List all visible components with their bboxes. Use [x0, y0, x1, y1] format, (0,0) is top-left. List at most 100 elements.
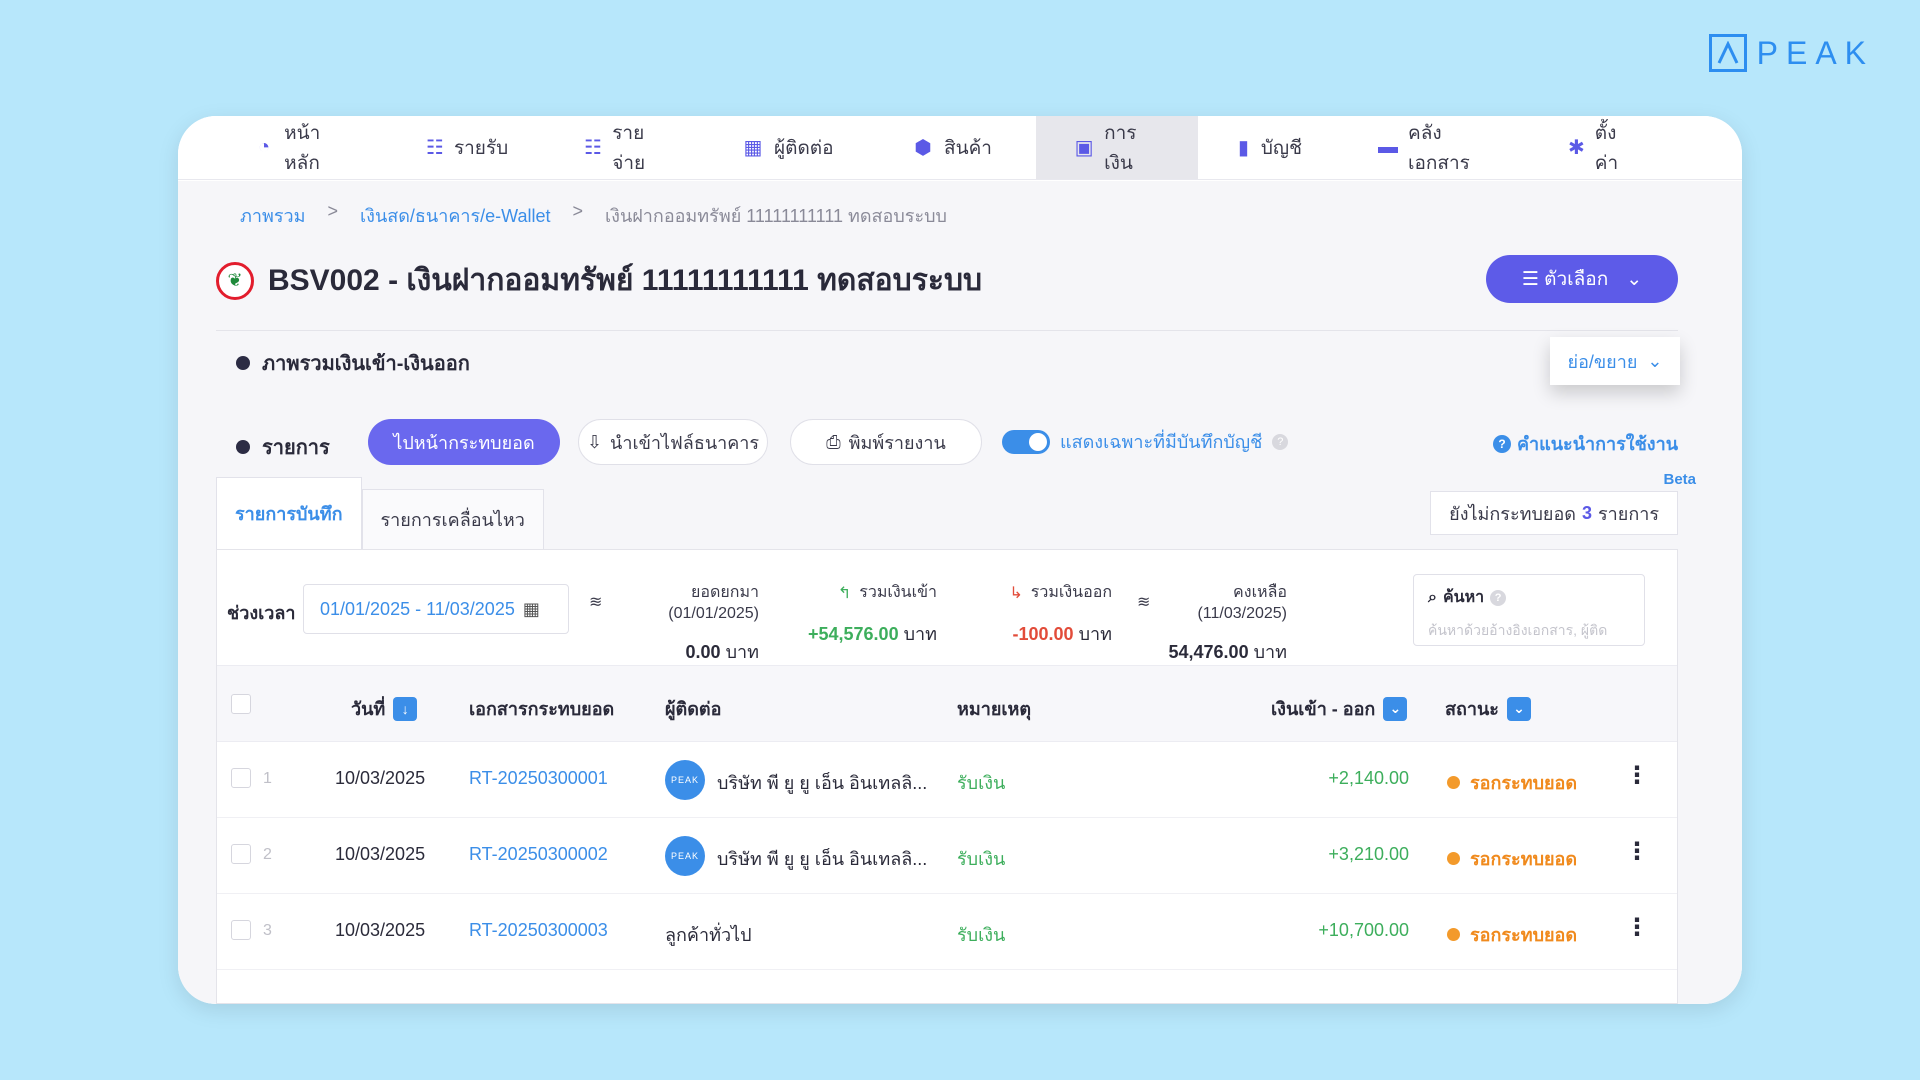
unreconciled-suffix: รายการ [1598, 503, 1659, 524]
table-header: วันที่ ↓ เอกสารกระทบยอด ผู้ติดต่อ หมายเห… [217, 666, 1677, 742]
status-dot-icon [1447, 852, 1460, 865]
column-amount[interactable]: เงินเข้า - ออก ⌄ [1271, 694, 1408, 723]
more-options-icon[interactable]: ⋮ [1625, 840, 1649, 864]
row-checkbox[interactable] [231, 844, 251, 864]
contact-avatar: PEAK [665, 836, 705, 876]
breadcrumb-separator: > [327, 201, 338, 221]
nav-item-6[interactable]: ▣ การเงิน [1036, 116, 1198, 179]
row-document-link[interactable]: RT-20250300001 [469, 768, 608, 789]
filter-chevron-icon[interactable]: ⌄ [1383, 696, 1408, 721]
status-badge: รอกระทบยอด [1447, 920, 1577, 949]
opening-unit: บาท [725, 642, 759, 662]
top-nav: ◔ หน้าหลัก ☷ รายรับ ☷ รายจ่าย ▦ ผู้ติดต่อ ⬢ สินค้… [178, 116, 1742, 180]
period-label: ช่วงเวลา [227, 603, 296, 623]
title-row: ❦ BSV002 - เงินฝากออมทรัพย์ 11111111111 … [216, 257, 982, 304]
search-input[interactable]: ⌕ ค้นหา? ค้นหาด้วยอ้างอิงเอกสาร, ผู้ติด [1413, 574, 1645, 646]
arrow-out-icon: ↳ [1009, 584, 1023, 602]
menu-icon: ☰ [1521, 269, 1545, 290]
tab-recorded[interactable]: รายการบันทึก [216, 477, 362, 549]
folder-icon: ▬ [1378, 136, 1398, 158]
row-checkbox[interactable] [231, 768, 251, 788]
table-row[interactable]: 1 10/03/2025 RT-20250300001 PEAK บริษัท พี ย… [217, 742, 1677, 818]
nav-item-5[interactable]: ⬢ สินค้า [874, 116, 1036, 179]
date-range-picker[interactable]: 01/01/2025 - 11/03/2025 ▦ [303, 584, 569, 634]
row-amount: +10,700.00 [1318, 920, 1409, 940]
overview-heading: ภาพรวมเงินเข้า-เงินออก [236, 347, 470, 379]
row-amount: +3,210.00 [1328, 844, 1409, 864]
breadcrumb-overview[interactable]: ภาพรวม [240, 201, 305, 230]
question-icon[interactable]: ? [1272, 433, 1289, 450]
sort-arrow-down-icon[interactable]: ↓ [393, 696, 418, 721]
overview-heading-text: ภาพรวมเงินเข้า-เงินออก [262, 353, 470, 375]
nav-item-8[interactable]: ▬ คลังเอกสาร [1340, 116, 1530, 179]
column-date-label: วันที่ [351, 699, 386, 719]
collapse-expand-button[interactable]: ย่อ/ขยาย ⌄ [1550, 337, 1680, 385]
row-document-link[interactable]: RT-20250300002 [469, 844, 608, 865]
transactions-heading-text: รายการ [262, 437, 330, 459]
row-number: 1 [263, 770, 272, 787]
unreconciled-prefix: ยังไม่กระทบยอด [1449, 503, 1576, 524]
peak-logo-mark-icon [1708, 34, 1747, 72]
nav-label: บัญชี [1260, 137, 1302, 159]
tabs: รายการบันทึก รายการเคลื่อนไหว [216, 477, 544, 549]
total-in-label: รวมเงินเข้า [859, 584, 937, 601]
nav-item-1[interactable]: ◔ หน้าหลัก [216, 116, 388, 179]
search-icon: ⌕ [1428, 588, 1437, 606]
nav-item-2[interactable]: ☷ รายรับ [388, 116, 546, 179]
contacts-icon: ▦ [743, 137, 763, 159]
show-recorded-only-toggle[interactable] [1002, 429, 1050, 454]
tab-movements[interactable]: รายการเคลื่อนไหว [361, 489, 544, 549]
status-badge: รอกระทบยอด [1447, 768, 1577, 797]
bullet-icon [236, 356, 250, 370]
filter-row: ช่วงเวลา 01/01/2025 - 11/03/2025 ▦ ≋ ยอดย… [217, 550, 1677, 666]
collapse-label: ย่อ/ขยาย [1567, 351, 1638, 372]
go-to-reconcile-button[interactable]: ไปหน้ากระทบยอด [368, 419, 560, 465]
printer-icon: ⎙ [826, 431, 841, 452]
row-document-link[interactable]: RT-20250300003 [469, 920, 608, 941]
row-date: 10/03/2025 [335, 768, 426, 788]
question-icon[interactable]: ? [1490, 589, 1507, 606]
unreconciled-count[interactable]: ยังไม่กระทบยอด 3 รายการ [1430, 491, 1678, 535]
row-contact[interactable]: ลูกค้าทั่วไป [665, 920, 752, 949]
status-dot-icon [1447, 928, 1460, 941]
transactions-heading: รายการ [236, 431, 330, 463]
row-contact[interactable]: บริษัท พี ยู ยู เอ็น อินเทลลิ... [717, 844, 927, 873]
table-row[interactable]: 2 10/03/2025 RT-20250300002 PEAK บริษัท พี ย… [217, 818, 1677, 894]
row-contact[interactable]: บริษัท พี ยู ยู เอ็น อินเทลลิ... [717, 768, 927, 797]
row-checkbox[interactable] [231, 920, 251, 940]
more-options-icon[interactable]: ⋮ [1625, 764, 1649, 788]
nav-item-9[interactable]: ✱ ตั้งค่า [1530, 116, 1660, 179]
page-title: BSV002 - เงินฝากออมทรัพย์ 11111111111 ทด… [268, 264, 983, 297]
table-row[interactable]: 3 10/03/2025 RT-20250300003 ลูกค้าทั่วไป รับ… [217, 894, 1677, 970]
row-date: 10/03/2025 [335, 920, 426, 940]
nav-item-3[interactable]: ☷ รายจ่าย [546, 116, 704, 179]
balance-label: คงเหลือ (11/03/2025) [1197, 584, 1287, 622]
options-label-group: ☰ ตัวเลือก [1522, 264, 1608, 294]
column-date[interactable]: วันที่ ↓ [351, 694, 418, 723]
date-range-value: 01/01/2025 - 11/03/2025 [320, 598, 515, 619]
nav-label: สินค้า [944, 137, 992, 159]
search-placeholder: ค้นหาด้วยอ้างอิงเอกสาร, ผู้ติด [1428, 622, 1608, 638]
column-amount-label: เงินเข้า - ออก [1271, 699, 1376, 719]
bullet-icon [236, 440, 250, 454]
chevron-down-icon: ⌄ [1647, 350, 1663, 371]
filter-chevron-icon[interactable]: ⌄ [1506, 696, 1531, 721]
status-text: รอกระทบยอด [1470, 773, 1578, 793]
total-out: ↳ รวมเงินออก -100.00 บาท [972, 580, 1112, 648]
more-options-icon[interactable]: ⋮ [1625, 916, 1649, 940]
arrow-in-icon: ↰ [837, 584, 852, 602]
column-status-label: สถานะ [1445, 699, 1499, 719]
import-bank-file-button[interactable]: ⇩ นำเข้าไฟล์ธนาคาร [578, 419, 768, 465]
nav-item-7[interactable]: ▮ บัญชี [1198, 116, 1340, 179]
breadcrumb-cash-bank[interactable]: เงินสด/ธนาคาร/e-Wallet [360, 201, 551, 230]
options-button[interactable]: ☰ ตัวเลือก ⌄ [1486, 255, 1678, 303]
select-all-checkbox[interactable] [231, 694, 251, 714]
usage-guide-link[interactable]: ? คำแนะนำการใช้งาน [1492, 429, 1678, 458]
divider [216, 330, 1678, 331]
column-status[interactable]: สถานะ ⌄ [1445, 694, 1531, 723]
print-report-button[interactable]: ⎙ พิมพ์รายงาน [790, 419, 982, 465]
status-dot-icon [1447, 776, 1460, 789]
nav-item-4[interactable]: ▦ ผู้ติดต่อ [704, 116, 874, 179]
row-note: รับเงิน [957, 773, 1006, 793]
beta-badge: Beta [1663, 471, 1696, 488]
